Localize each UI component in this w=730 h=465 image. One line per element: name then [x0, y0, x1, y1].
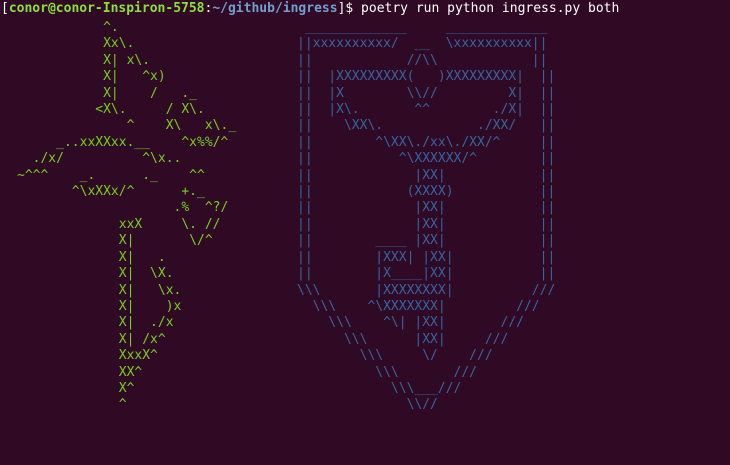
terminal-window[interactable]: [conor@conor-Inspiron-5758:~/github/ingr… — [0, 0, 730, 465]
prompt-path: ~/github/ingress — [212, 1, 338, 16]
prompt-open-bracket: [ — [1, 1, 9, 16]
shell-prompt-line: [conor@conor-Inspiron-5758:~/github/ingr… — [1, 0, 619, 18]
prompt-close: ]$ — [337, 1, 362, 16]
ascii-art-right: _____________ _____________ ||xxxxxxxxxx… — [297, 20, 556, 413]
prompt-user-host: conor@conor-Inspiron-5758 — [8, 1, 205, 16]
prompt-command: poetry run python ingress.py both — [361, 1, 620, 16]
ascii-art-left: ^. Xx\. X| x\. X| ^x) X| / ._ <X\. / X\.… — [17, 20, 237, 413]
